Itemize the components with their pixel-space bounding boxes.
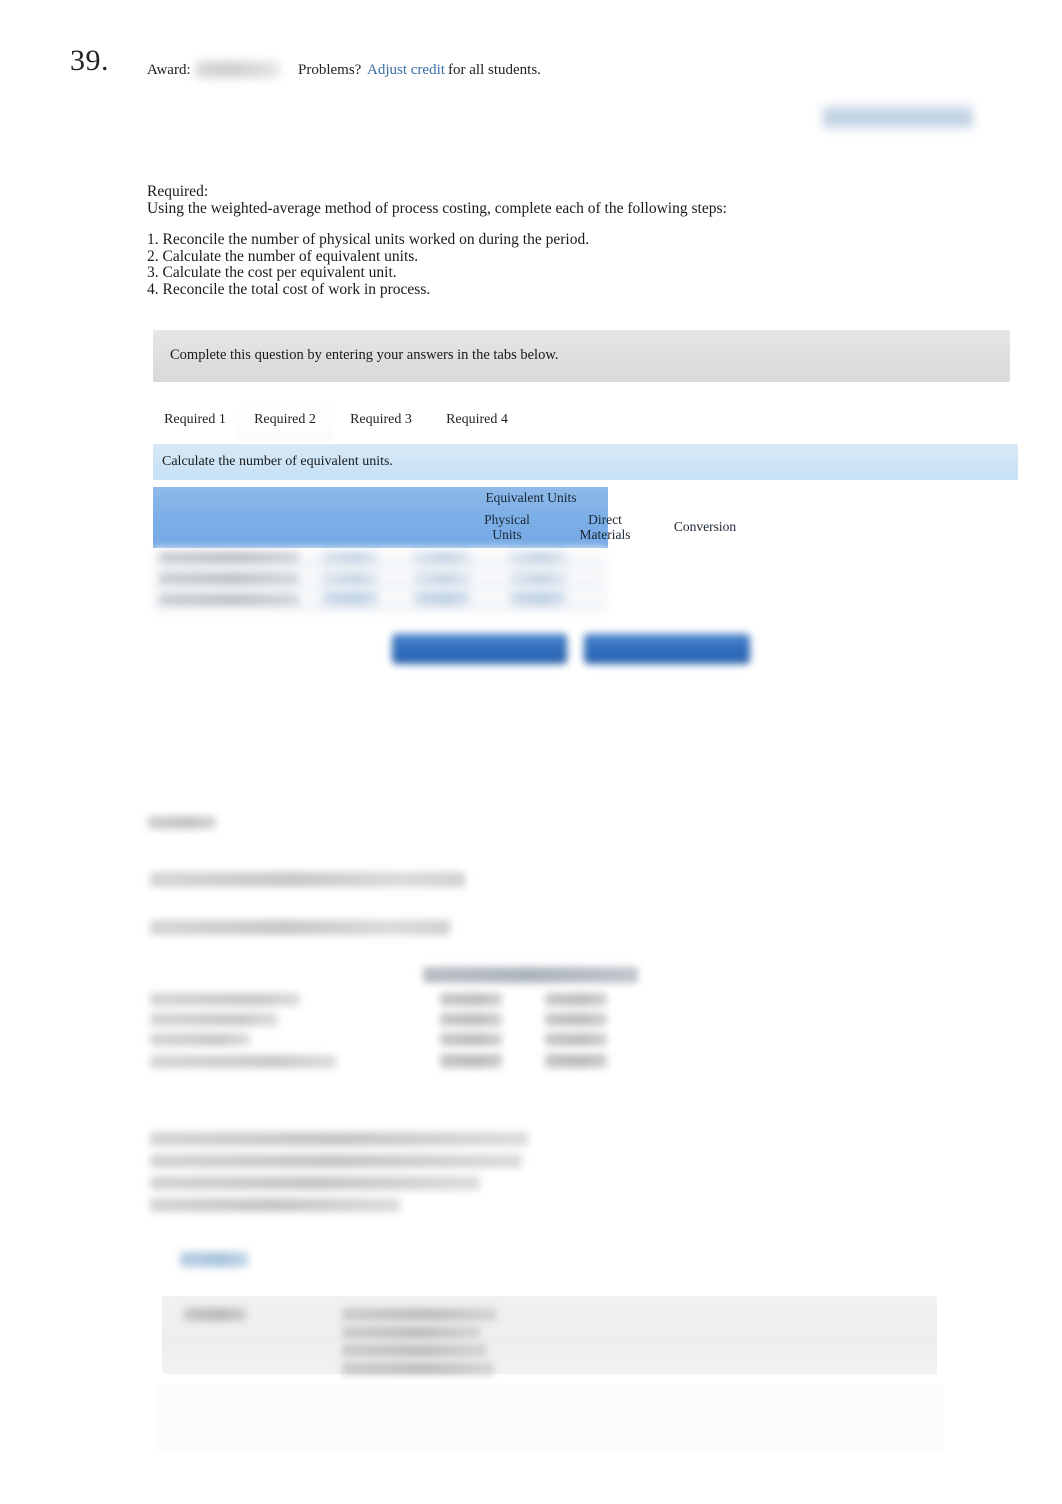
explanation-paragraph-line-1	[150, 1132, 528, 1146]
metadata-value-2	[342, 1326, 480, 1339]
row-label	[159, 552, 299, 563]
row-value-2	[545, 1055, 607, 1068]
award-label: Award:	[147, 62, 191, 78]
explanation-table-header	[423, 967, 638, 983]
row-value-1	[440, 1055, 502, 1068]
explanation-title	[148, 816, 216, 829]
row-label	[150, 1013, 278, 1026]
row-value-1	[440, 1033, 502, 1046]
header-action-button[interactable]	[823, 106, 973, 128]
explanation-line-1	[150, 872, 465, 887]
footer-panel	[154, 1384, 944, 1454]
row-label	[150, 1055, 336, 1068]
sub-instruction-text: Calculate the number of equivalent units…	[162, 454, 393, 469]
required-spacer	[147, 217, 907, 232]
row-label	[150, 1033, 250, 1046]
cell-physical-units[interactable]	[323, 552, 377, 564]
row-label	[159, 573, 299, 584]
column-group-equivalent-units: Equivalent Units	[485, 490, 577, 505]
explanation-paragraph-line-3	[150, 1176, 480, 1190]
cell-direct-materials[interactable]	[415, 552, 469, 564]
row-value-1	[440, 993, 502, 1006]
required-heading: Required:	[147, 183, 209, 200]
row-label	[159, 594, 299, 605]
row-value-2	[545, 1013, 607, 1026]
row-value-2	[545, 1033, 607, 1046]
previous-required-button[interactable]	[392, 634, 567, 664]
question-number: 39.	[70, 44, 109, 77]
required-intro: Using the weighted-average method of pro…	[147, 199, 727, 217]
next-required-button[interactable]	[584, 634, 750, 664]
required-step-4: 4. Reconcile the total cost of work in p…	[147, 280, 431, 298]
table-row	[153, 548, 608, 569]
metadata-value-1	[342, 1308, 497, 1321]
tab-required-1[interactable]: Required 1	[153, 399, 237, 441]
metadata-value-3	[342, 1344, 487, 1357]
cell-direct-materials[interactable]	[415, 573, 469, 585]
required-step-3: 3. Calculate the cost per equivalent uni…	[147, 264, 397, 282]
explanation-paragraph-line-2	[150, 1154, 522, 1168]
cell-physical-units[interactable]	[323, 594, 377, 606]
explanation-table	[148, 967, 638, 1077]
complete-question-bar: Complete this question by entering your …	[153, 330, 1010, 382]
metadata-key-label	[184, 1308, 246, 1321]
award-value	[196, 61, 280, 78]
metadata-value-4	[342, 1362, 494, 1375]
cell-conversion[interactable]	[511, 594, 565, 606]
sub-instruction-bar: Calculate the number of equivalent units…	[153, 444, 1018, 480]
problems-label: Problems?	[298, 62, 362, 78]
for-all-students-label: for all students.	[448, 62, 541, 78]
required-step-2: 2. Calculate the number of equivalent un…	[147, 247, 419, 265]
equivalent-units-table-body	[153, 548, 608, 620]
question-header: 39. Award: Problems? Adjust credit for a…	[0, 44, 1062, 128]
tab-required-2[interactable]: Required 2	[237, 399, 333, 441]
row-label	[150, 993, 300, 1006]
cell-conversion[interactable]	[511, 573, 565, 585]
explanation-paragraph-line-4	[150, 1198, 400, 1212]
column-header-physical-units: Physical Units	[484, 512, 530, 542]
table-row	[153, 590, 608, 611]
required-step-1: 1. Reconcile the number of physical unit…	[147, 231, 590, 249]
table-row	[153, 569, 608, 590]
equivalent-units-table-header: Equivalent Units Physical Units Direct M…	[153, 487, 736, 548]
worksheet-nav-buttons	[392, 634, 762, 668]
equivalent-units-table: Equivalent Units Physical Units Direct M…	[153, 487, 736, 620]
column-header-conversion: Conversion	[673, 519, 737, 534]
metadata-panel	[162, 1296, 937, 1375]
row-value-1	[440, 1013, 502, 1026]
tab-required-3[interactable]: Required 3	[333, 399, 429, 441]
cell-direct-materials[interactable]	[415, 594, 469, 606]
complete-question-text: Complete this question by entering your …	[170, 347, 559, 363]
cell-physical-units[interactable]	[323, 573, 377, 585]
column-header-direct-materials: Direct Materials	[579, 512, 631, 542]
adjust-credit-link[interactable]: Adjust credit	[367, 62, 445, 79]
cell-conversion[interactable]	[511, 552, 565, 564]
row-value-2	[545, 993, 607, 1006]
references-link[interactable]	[180, 1252, 248, 1267]
explanation-line-2	[150, 920, 450, 935]
required-tabstrip: Required 1 Required 2 Required 3 Require…	[153, 399, 1010, 441]
tab-required-4[interactable]: Required 4	[429, 399, 525, 441]
required-block: Required: Using the weighted-average met…	[147, 183, 907, 299]
